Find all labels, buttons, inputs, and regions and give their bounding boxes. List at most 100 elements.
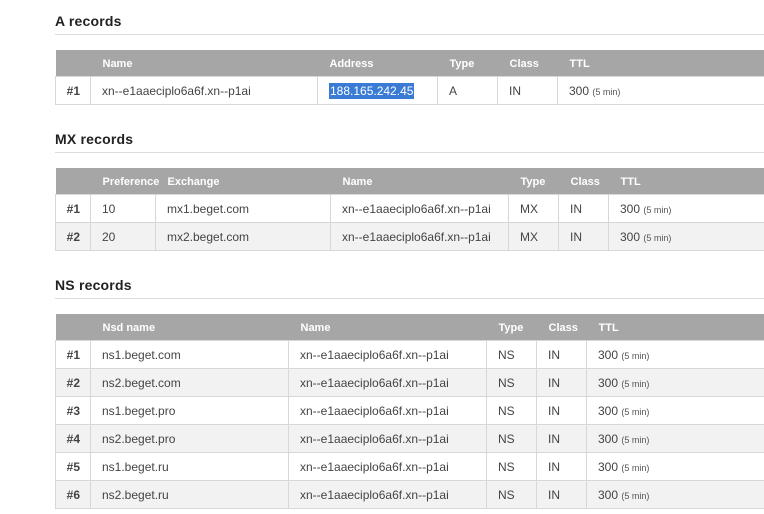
column-header-preference[interactable]: Preference: [90, 168, 159, 195]
column-header-ttl[interactable]: TTL: [608, 168, 764, 195]
mx-records-title: MX records: [55, 131, 134, 147]
mx-records-divider: [55, 152, 764, 153]
record-type: NS: [486, 396, 537, 425]
column-header-index: [55, 50, 91, 77]
column-header-class[interactable]: Class: [497, 50, 558, 77]
column-header-class[interactable]: Class: [558, 168, 609, 195]
record-nsd-name[interactable]: ns2.beget.ru: [90, 480, 289, 509]
row-index: #1: [55, 340, 91, 369]
record-type: A: [437, 76, 498, 105]
record-type: NS: [486, 424, 537, 453]
row-index: #1: [55, 76, 91, 105]
record-name[interactable]: xn--e1aaeciplo6a6f.xn--p1ai: [330, 194, 509, 223]
column-header-name[interactable]: Name: [90, 50, 318, 77]
record-ttl: 300 (5 min): [608, 222, 764, 251]
ttl-note: (5 min): [621, 490, 650, 501]
record-name[interactable]: xn--e1aaeciplo6a6f.xn--p1ai: [288, 480, 487, 509]
column-header-type[interactable]: Type: [437, 50, 498, 77]
record-class: IN: [536, 452, 587, 481]
record-class: IN: [497, 76, 558, 105]
record-nsd-name[interactable]: ns2.beget.com: [90, 368, 289, 397]
record-ttl: 300 (5 min): [586, 396, 764, 425]
record-type: NS: [486, 452, 537, 481]
record-name[interactable]: xn--e1aaeciplo6a6f.xn--p1ai: [288, 340, 487, 369]
row-index: #3: [55, 396, 91, 425]
a-records-title: A records: [55, 13, 122, 29]
record-name[interactable]: xn--e1aaeciplo6a6f.xn--p1ai: [90, 76, 318, 105]
a-records-table: Name Address Type Class TTL #1 xn--e1aae…: [55, 50, 764, 105]
table-header-row: Preference Exchange Name Type Class TTL: [55, 168, 764, 195]
table-row: #1 10 mx1.beget.com xn--e1aaeciplo6a6f.x…: [55, 194, 764, 223]
record-class: IN: [536, 368, 587, 397]
record-preference: 10: [90, 194, 156, 223]
record-class: IN: [558, 194, 609, 223]
record-ttl: 300 (5 min): [586, 424, 764, 453]
record-class: IN: [536, 340, 587, 369]
column-header-type[interactable]: Type: [508, 168, 559, 195]
record-nsd-name[interactable]: ns2.beget.pro: [90, 424, 289, 453]
ns-records-divider: [55, 298, 764, 299]
record-nsd-name[interactable]: ns1.beget.ru: [90, 452, 289, 481]
column-header-type[interactable]: Type: [486, 314, 537, 341]
ttl-note: (5 min): [621, 406, 650, 417]
column-header-name[interactable]: Name: [288, 314, 487, 341]
record-type: NS: [486, 340, 537, 369]
record-name[interactable]: xn--e1aaeciplo6a6f.xn--p1ai: [288, 368, 487, 397]
column-header-index: [55, 314, 91, 341]
row-index: #4: [55, 424, 91, 453]
column-header-address[interactable]: Address: [317, 50, 438, 77]
record-ttl: 300 (5 min): [586, 340, 764, 369]
row-index: #2: [55, 368, 91, 397]
record-class: IN: [536, 424, 587, 453]
record-ttl: 300 (5 min): [586, 480, 764, 509]
table-row: #5 ns1.beget.ru xn--e1aaeciplo6a6f.xn--p…: [55, 452, 764, 481]
ns-records-title: NS records: [55, 277, 132, 293]
row-index: #5: [55, 452, 91, 481]
ttl-note: (5 min): [621, 434, 650, 445]
selected-address-text[interactable]: 188.165.242.45: [329, 82, 415, 99]
table-row: #2 ns2.beget.com xn--e1aaeciplo6a6f.xn--…: [55, 368, 764, 397]
record-ttl: 300 (5 min): [557, 76, 764, 105]
table-header-row: Name Address Type Class TTL: [55, 50, 764, 77]
record-class: IN: [536, 396, 587, 425]
record-name[interactable]: xn--e1aaeciplo6a6f.xn--p1ai: [330, 222, 509, 251]
column-header-class[interactable]: Class: [536, 314, 587, 341]
table-row: #1 xn--e1aaeciplo6a6f.xn--p1ai 188.165.2…: [55, 76, 764, 105]
ttl-note: (5 min): [621, 350, 650, 361]
column-header-name[interactable]: Name: [330, 168, 509, 195]
record-type: NS: [486, 480, 537, 509]
table-row: #3 ns1.beget.pro xn--e1aaeciplo6a6f.xn--…: [55, 396, 764, 425]
ttl-note: (5 min): [592, 86, 621, 97]
record-name[interactable]: xn--e1aaeciplo6a6f.xn--p1ai: [288, 424, 487, 453]
column-header-ttl[interactable]: TTL: [557, 50, 764, 77]
record-address[interactable]: 188.165.242.45: [317, 76, 438, 105]
record-name[interactable]: xn--e1aaeciplo6a6f.xn--p1ai: [288, 452, 487, 481]
column-header-exchange[interactable]: Exchange: [155, 168, 331, 195]
record-preference: 20: [90, 222, 156, 251]
record-name[interactable]: xn--e1aaeciplo6a6f.xn--p1ai: [288, 396, 487, 425]
table-row: #4 ns2.beget.pro xn--e1aaeciplo6a6f.xn--…: [55, 424, 764, 453]
table-row: #6 ns2.beget.ru xn--e1aaeciplo6a6f.xn--p…: [55, 480, 764, 509]
column-header-nsd-name[interactable]: Nsd name: [90, 314, 289, 341]
record-nsd-name[interactable]: ns1.beget.pro: [90, 396, 289, 425]
table-row: #2 20 mx2.beget.com xn--e1aaeciplo6a6f.x…: [55, 222, 764, 251]
record-exchange[interactable]: mx2.beget.com: [155, 222, 331, 251]
a-records-divider: [55, 34, 764, 35]
table-row: #1 ns1.beget.com xn--e1aaeciplo6a6f.xn--…: [55, 340, 764, 369]
record-exchange[interactable]: mx1.beget.com: [155, 194, 331, 223]
record-ttl: 300 (5 min): [608, 194, 764, 223]
column-header-ttl[interactable]: TTL: [586, 314, 764, 341]
ttl-note: (5 min): [621, 378, 650, 389]
row-index: #1: [55, 194, 91, 223]
ttl-note: (5 min): [643, 232, 672, 243]
ttl-note: (5 min): [621, 462, 650, 473]
record-nsd-name[interactable]: ns1.beget.com: [90, 340, 289, 369]
table-header-row: Nsd name Name Type Class TTL: [55, 314, 764, 341]
row-index: #6: [55, 480, 91, 509]
row-index: #2: [55, 222, 91, 251]
record-class: IN: [536, 480, 587, 509]
ns-records-table: Nsd name Name Type Class TTL #1 ns1.bege…: [55, 314, 764, 509]
mx-records-table: Preference Exchange Name Type Class TTL …: [55, 168, 764, 251]
record-class: IN: [558, 222, 609, 251]
record-type: NS: [486, 368, 537, 397]
